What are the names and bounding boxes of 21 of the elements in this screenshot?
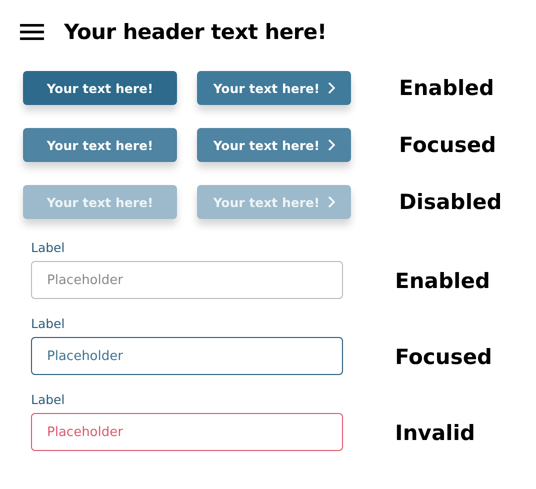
next-button[interactable]: Your text here! [197, 71, 351, 105]
input-field[interactable]: Placeholder [31, 337, 343, 375]
input-field[interactable]: Placeholder [31, 413, 343, 451]
state-caption: Invalid [395, 421, 476, 445]
input-field[interactable]: Placeholder [31, 261, 343, 299]
primary-button[interactable]: Your text here! [23, 71, 177, 105]
chevron-right-icon [328, 196, 335, 208]
field-label: Label [31, 240, 66, 255]
state-caption: Focused [395, 345, 492, 369]
primary-button[interactable]: Your text here! [23, 128, 177, 162]
chevron-right-icon [328, 82, 335, 94]
field-label: Label [31, 316, 66, 331]
header-title: Your header text here! [64, 20, 327, 44]
state-caption: Enabled [395, 269, 490, 293]
menu-icon[interactable] [20, 23, 44, 41]
state-caption: Disabled [399, 190, 502, 214]
state-caption: Enabled [399, 76, 494, 100]
field-label: Label [31, 392, 66, 407]
state-caption: Focused [399, 133, 496, 157]
chevron-right-icon [328, 139, 335, 151]
next-button[interactable]: Your text here! [197, 128, 351, 162]
